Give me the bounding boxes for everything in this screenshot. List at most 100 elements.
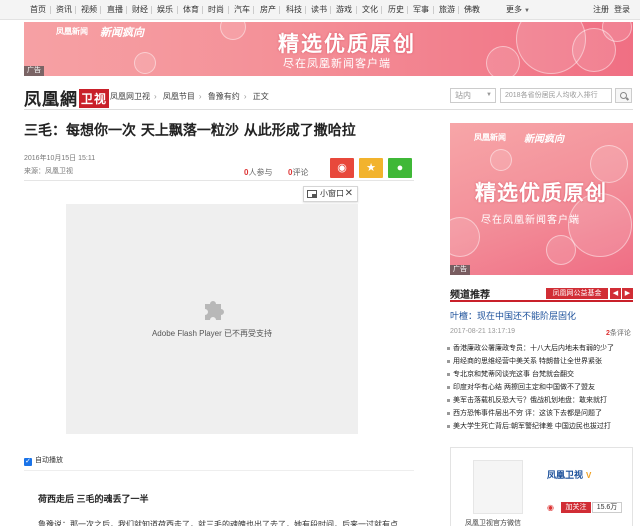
nav-separator (50, 6, 51, 14)
account-name-text: 凤凰卫视 (547, 470, 584, 480)
nav-separator (407, 6, 408, 14)
participants-count[interactable]: 0人参与 (244, 167, 272, 178)
news-item[interactable]: 用经商的思维经营中美关系 特朗普让全世界紧张 (446, 355, 636, 368)
nav-more[interactable]: 更多 ▼ (506, 0, 530, 20)
share-qzone-button[interactable]: ★ (359, 158, 383, 178)
news-item[interactable]: 西方恐怖事件层出不穷 评：这该下去都是问题了 (446, 407, 636, 420)
news-item[interactable]: 专北京和梵蒂冈谈完这事 台梵就会翻交 (446, 368, 636, 381)
nav-separator (126, 6, 127, 14)
top-nav: 首页 资讯 视频 直播 财经 娱乐 体育 时尚 汽车 房产 科技 读书 游戏 文… (0, 0, 640, 20)
nav-separator (330, 6, 331, 14)
share-weibo-button[interactable]: ◉ (330, 158, 354, 178)
nav-item-games[interactable]: 游戏 (336, 0, 352, 20)
nav-item-finance[interactable]: 财经 (132, 0, 148, 20)
nav-item-video[interactable]: 视频 (81, 0, 97, 20)
nav-separator (356, 6, 357, 14)
nav-separator (279, 6, 280, 14)
search-button[interactable] (615, 88, 632, 103)
article-date: 2016年10月15日 15:11 (24, 155, 96, 162)
nav-item-entertainment[interactable]: 娱乐 (157, 0, 173, 20)
news-item[interactable]: 美大学生死亡背后:朝军警纪律差 中国边民也拔过打 (446, 420, 636, 433)
ad-headline: 精选优质原创 (278, 33, 416, 56)
search-icon-handle (625, 97, 630, 101)
search-scope-select[interactable]: 站内 ▼ (450, 88, 496, 103)
news-item[interactable]: 印度对华有心结 两擦回主定和中国做不了盟友 (446, 381, 636, 394)
nav-item-news[interactable]: 资讯 (56, 0, 72, 20)
header-divider (24, 109, 633, 110)
participants-label: 人参与 (248, 168, 273, 177)
nav-item-house[interactable]: 房产 (260, 0, 276, 20)
nav-item-fashion[interactable]: 时尚 (208, 0, 224, 20)
nav-separator (100, 6, 101, 14)
nav-item-culture[interactable]: 文化 (362, 0, 378, 20)
section-divider (24, 470, 414, 471)
sidebar-ad[interactable]: 凤凰新闻 新闻疯向 精选优质原创 尽在凤凰新闻客户端 广告 (450, 123, 633, 275)
share-wechat-button[interactable]: ● (388, 158, 412, 178)
decor-bubble (450, 217, 480, 257)
nav-item-travel[interactable]: 旅游 (439, 0, 455, 20)
news-item[interactable]: 香港廉政公署廉政专员：十八大后内地未有弱的少了 (446, 342, 636, 355)
nav-item-books[interactable]: 读书 (311, 0, 327, 20)
account-caption: 凤凰卫视官方微信 (465, 520, 521, 526)
channel-tag[interactable]: 凤凰网公益基金 (546, 288, 608, 299)
breadcrumb-item[interactable]: 鲁豫有约 (208, 92, 240, 101)
search-input[interactable]: 2018各省份居民人均收入排行 (500, 88, 612, 103)
nav-item-home[interactable]: 首页 (30, 0, 46, 20)
qr-code-image (473, 460, 523, 514)
prev-arrow-icon[interactable]: ◀ (610, 288, 621, 299)
decor-bubble (546, 235, 576, 265)
lead-comments[interactable]: 2条评论 (606, 328, 631, 338)
banner-ad[interactable]: 凤凰新闻 新闻疯向 精选优质原创 尽在凤凰新闻客户端 广告 (24, 22, 633, 76)
chevron-right-icon: › (154, 92, 157, 101)
nav-more-label: 更多 (506, 5, 522, 14)
plugin-unsupported-message: Adobe Flash Player 已不再受支持 (151, 329, 273, 338)
video-player[interactable]: Adobe Flash Player 已不再受支持 (66, 204, 358, 434)
mini-window-button[interactable]: 小窗口 ✕ (303, 186, 358, 202)
ad-subline: 尽在凤凰新闻客户端 (481, 215, 580, 226)
ad-brand-slogan: 新闻疯向 (524, 134, 564, 145)
nav-item-tech[interactable]: 科技 (286, 0, 302, 20)
nav-item-live[interactable]: 直播 (107, 0, 123, 20)
decor-bubble (220, 22, 246, 40)
autoplay-checkbox[interactable]: ✓ 自动播放 (24, 455, 63, 466)
nav-item-military[interactable]: 军事 (413, 0, 429, 20)
breadcrumb-item[interactable]: 凤凰节目 (163, 92, 195, 101)
breadcrumb-current: 正文 (252, 92, 269, 101)
plugin-icon (205, 301, 224, 320)
fans-count: 15.6万 (592, 502, 622, 513)
weibo-icon: ◉ (337, 162, 347, 174)
nav-item-auto[interactable]: 汽车 (234, 0, 250, 20)
chevron-down-icon: ▼ (524, 8, 530, 14)
logo-tag: 卫视 (79, 89, 110, 108)
nav-item-history[interactable]: 历史 (388, 0, 404, 20)
follow-button[interactable]: 加关注 (561, 502, 591, 513)
register-link[interactable]: 注册 (593, 0, 609, 20)
star-icon: ★ (366, 162, 376, 174)
article-source: 来源：凤凰卫视 (24, 168, 73, 175)
news-list: 香港廉政公署廉政专员：十八大后内地未有弱的少了 用经商的思维经营中美关系 特朗普… (446, 342, 636, 433)
breadcrumb-item[interactable]: 凤凰网卫视 (110, 92, 150, 101)
logo-text: 凤凰網 (24, 90, 78, 110)
search-scope-value: 站内 (455, 91, 471, 100)
login-link[interactable]: 登录 (614, 0, 630, 20)
channel-title: 频道推荐 (450, 290, 490, 301)
comments-count[interactable]: 0评论 (288, 167, 308, 178)
nav-separator (381, 6, 382, 14)
nav-item-buddhism[interactable]: 佛教 (464, 0, 480, 20)
next-arrow-icon[interactable]: ▶ (622, 288, 633, 299)
nav-separator (305, 6, 306, 14)
site-logo[interactable]: 凤凰網 卫视 (24, 85, 110, 110)
nav-item-sports[interactable]: 体育 (183, 0, 199, 20)
chevron-right-icon: › (198, 92, 202, 101)
lead-headline[interactable]: 叶檀：现在中国还不能阶层固化 (450, 309, 576, 322)
lead-timestamp: 2017-08-21 13:17:19 (450, 328, 515, 335)
nav-separator (202, 6, 203, 14)
weibo-icon: ◉ (547, 503, 554, 512)
news-item[interactable]: 美军击落载机反恐大亏？俄战机划地盘：敢来就打 (446, 394, 636, 407)
close-icon[interactable]: ✕ (345, 187, 353, 201)
account-name[interactable]: 凤凰卫视 V (547, 468, 591, 481)
nav-separator (228, 6, 229, 14)
ad-brand: 凤凰新闻 (474, 133, 506, 142)
nav-separator (177, 6, 178, 14)
ad-brand: 凤凰新闻 (56, 27, 88, 36)
